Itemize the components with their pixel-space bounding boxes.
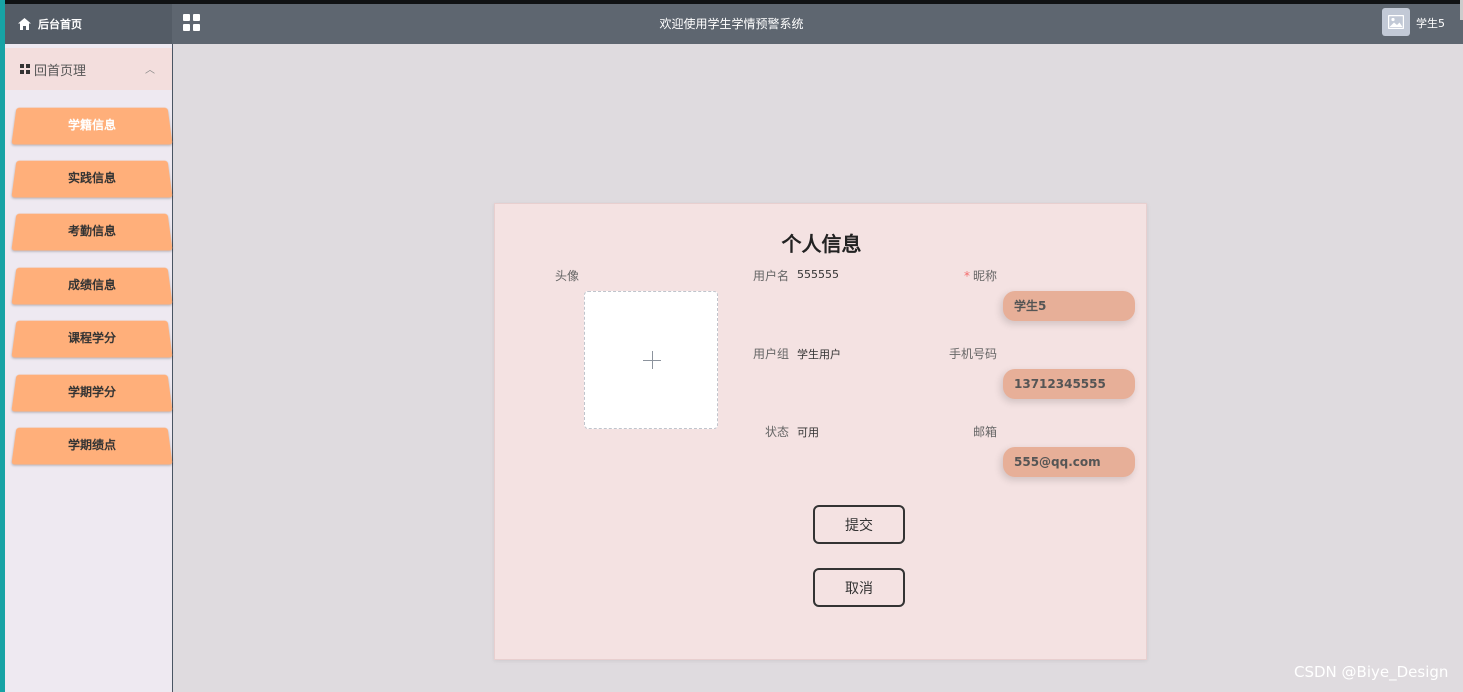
group-value: 学生用户 <box>797 348 841 361</box>
sidebar-item-label: 考勤信息 <box>67 224 117 238</box>
user-avatar[interactable] <box>1382 8 1410 36</box>
sidebar-item-student-status[interactable]: 学籍信息 <box>11 107 173 145</box>
required-mark: * <box>963 269 970 283</box>
email-input[interactable] <box>1003 447 1135 477</box>
group-label: 用户组 <box>752 347 789 361</box>
username-value: 555555 <box>797 268 839 281</box>
sidebar: 回首页理 ︿ 学籍信息 实践信息 考勤信息 成绩信息 课程学分 学期学分 学期绩… <box>5 44 173 692</box>
sidebar-item-practice[interactable]: 实践信息 <box>11 160 173 198</box>
avatar-label: 头像 <box>554 269 579 283</box>
page-title: 个人信息 <box>781 232 862 256</box>
sidebar-item-label: 成绩信息 <box>67 278 117 292</box>
sidebar-item-attendance[interactable]: 考勤信息 <box>11 213 173 251</box>
left-edge-strip <box>0 0 5 692</box>
submit-button[interactable]: 提交 <box>813 505 905 544</box>
image-icon <box>1388 15 1404 29</box>
sidebar-item-course-credits[interactable]: 课程学分 <box>11 320 173 358</box>
user-name[interactable]: 学生5 <box>1416 4 1445 44</box>
status-label: 状态 <box>764 425 789 439</box>
chevron-up-icon: ︿ <box>145 65 155 76</box>
phone-input[interactable] <box>1003 369 1135 399</box>
profile-card: 个人信息 头像 用户名 555555 用户组 学生用户 状态 可用 *昵称 手机… <box>494 203 1147 660</box>
watermark: CSDN @Biye_Design <box>1294 663 1449 681</box>
username-label: 用户名 <box>752 269 789 283</box>
grid-icon <box>20 64 30 74</box>
nickname-label: * 昵称 <box>963 269 997 283</box>
sidebar-item-label: 学期绩点 <box>67 438 117 452</box>
system-title: 欢迎使用学生学情预警系统 <box>659 17 804 31</box>
cancel-button[interactable]: 取消 <box>813 568 905 607</box>
sidebar-item-label: 学籍信息 <box>67 118 117 132</box>
sidebar-item-label: 课程学分 <box>67 331 117 345</box>
sidebar-item-label: 实践信息 <box>67 171 117 185</box>
email-label: 邮箱 <box>972 425 997 439</box>
sidebar-item-label: 学期学分 <box>67 385 117 399</box>
status-value: 可用 <box>797 426 819 439</box>
phone-label: 手机号码 <box>948 347 997 361</box>
sidebar-section-header[interactable]: 回首页理 ︿ <box>5 48 172 90</box>
sidebar-item-term-credits[interactable]: 学期学分 <box>11 374 173 412</box>
sidebar-item-grades[interactable]: 成绩信息 <box>11 267 173 305</box>
avatar-upload[interactable] <box>584 291 718 429</box>
sidebar-section-label: 回首页理 <box>34 63 87 79</box>
sidebar-item-term-gpa[interactable]: 学期绩点 <box>11 427 173 465</box>
nickname-input[interactable] <box>1003 291 1135 321</box>
